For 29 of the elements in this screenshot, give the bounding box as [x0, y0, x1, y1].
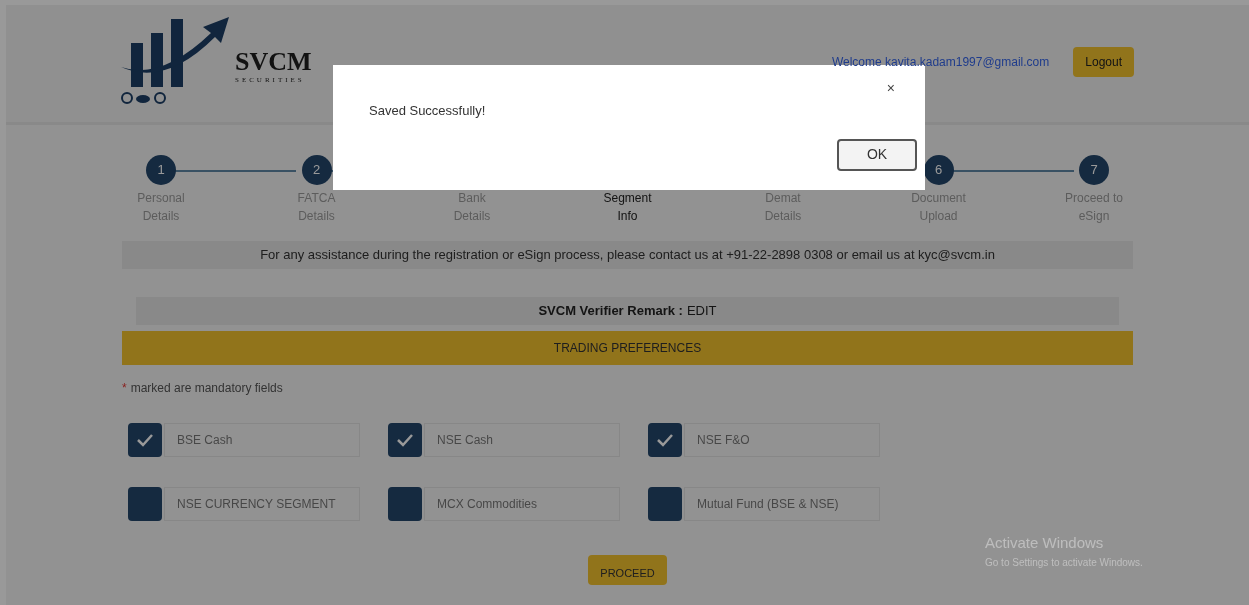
- segment-option: NSE Cash: [424, 423, 620, 457]
- checkbox[interactable]: [388, 423, 422, 457]
- checkbox[interactable]: [128, 487, 162, 521]
- step-label[interactable]: Segment Info: [595, 189, 660, 225]
- segment-option: MCX Commodities: [424, 487, 620, 521]
- checkbox[interactable]: [648, 423, 682, 457]
- mandatory-note: marked are mandatory fields: [130, 380, 283, 397]
- check-icon: [396, 433, 414, 447]
- dialog-message: Saved Successfully!: [369, 102, 487, 120]
- checkbox[interactable]: [128, 423, 162, 457]
- remark-label: SVCM Verifier Remark :: [538, 302, 683, 321]
- remark-value: EDIT: [686, 302, 717, 321]
- check-icon: [136, 433, 154, 447]
- segment-option: BSE Cash: [164, 423, 360, 457]
- section-title-bar: TRADING PREFERENCES: [122, 331, 1133, 365]
- proceed-button[interactable]: PROCEED: [588, 555, 667, 585]
- logo-name: SVCM: [235, 48, 312, 75]
- logout-button[interactable]: Logout: [1073, 47, 1134, 77]
- ok-button[interactable]: OK: [837, 138, 917, 171]
- segment-option: NSE F&O: [684, 423, 880, 457]
- checkbox[interactable]: [388, 487, 422, 521]
- close-button[interactable]: ×: [886, 81, 895, 95]
- check-icon: [656, 433, 674, 447]
- segment-option: NSE CURRENCY SEGMENT: [164, 487, 360, 521]
- required-asterisk: *: [122, 380, 127, 397]
- checkbox[interactable]: [648, 487, 682, 521]
- assistance-banner: For any assistance during the registration or eSign process, please contact us at +91-22-2898 0308 or email us at kyc@svcm.in: [122, 241, 1133, 269]
- logo-symbols-icon: [121, 91, 167, 105]
- segment-option: Mutual Fund (BSE & NSE): [684, 487, 880, 521]
